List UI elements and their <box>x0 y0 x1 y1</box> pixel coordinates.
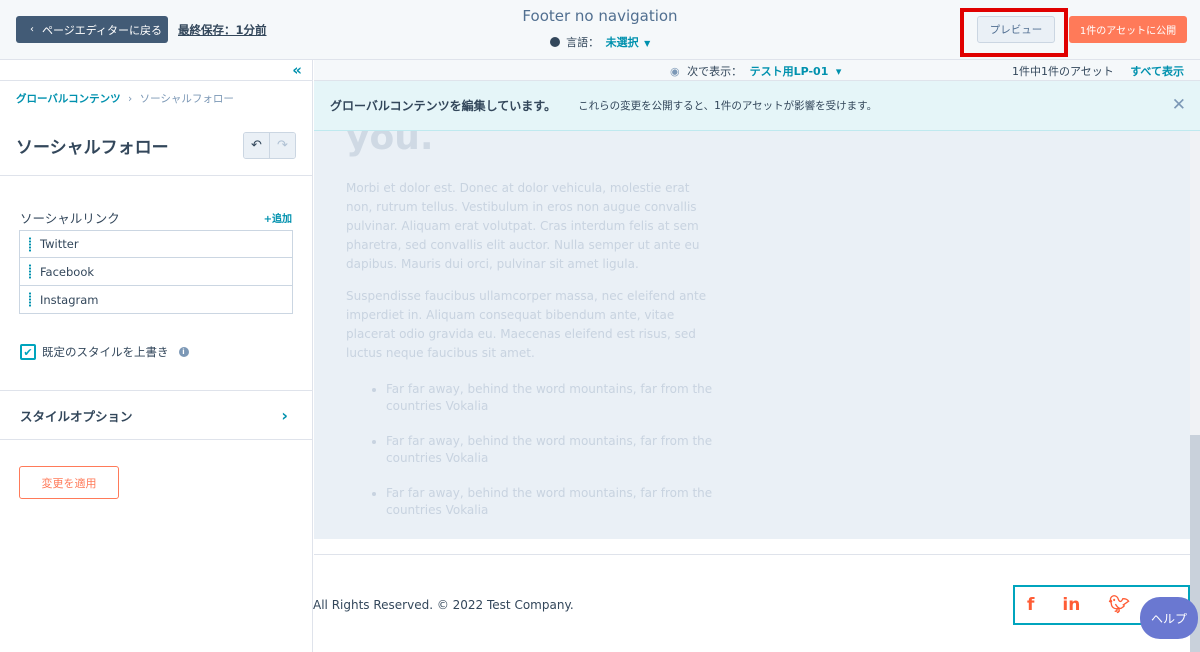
eye-icon: ◉ <box>670 65 680 78</box>
social-link-list: Twitter Facebook Instagram <box>19 230 293 314</box>
back-to-page-editor-button[interactable]: ‹ ページエディターに戻る <box>16 16 168 43</box>
breadcrumb-separator: › <box>128 93 133 105</box>
globe-icon <box>549 37 560 47</box>
editor-canvas: ◉ 次で表示： テスト用LP-01 ▾ 1件中1件のアセット すべて表示 グロー… <box>313 60 1200 652</box>
redo-button[interactable]: ↷ <box>270 133 295 158</box>
language-selector[interactable]: 言語： 未選択 ▼ <box>450 34 750 50</box>
help-button[interactable]: ヘルプ <box>1140 597 1198 639</box>
undo-button[interactable]: ↶ <box>244 133 270 158</box>
module-title: ソーシャルフォロー <box>16 138 169 158</box>
breadcrumb-global-content[interactable]: グローバルコンテンツ <box>16 93 121 105</box>
undo-icon: ↶ <box>251 138 262 153</box>
last-saved-status[interactable]: 最終保存：1分前 <box>178 22 267 38</box>
publish-button[interactable]: 1件のアセットに公開 <box>1069 16 1187 43</box>
undo-redo-group: ↶ ↷ <box>243 132 296 159</box>
info-icon[interactable]: i <box>178 347 189 357</box>
apply-changes-button[interactable]: 変更を適用 <box>19 466 119 499</box>
divider <box>0 175 312 176</box>
add-link-button[interactable]: +追加 <box>264 210 292 225</box>
list-item: Far far away, behind the word mountains,… <box>386 381 716 415</box>
style-options-row[interactable]: スタイルオプション › <box>0 391 312 439</box>
banner-message: これらの変更を公開すると、1件のアセットが影響を受けます。 <box>578 100 878 112</box>
social-link-item-instagram[interactable]: Instagram <box>19 286 293 314</box>
top-toolbar: ‹ ページエディターに戻る 最終保存：1分前 Footer no navigat… <box>0 0 1200 60</box>
social-link-item-twitter[interactable]: Twitter <box>19 230 293 258</box>
social-link-label: Facebook <box>40 264 95 279</box>
list-item: Far far away, behind the word mountains,… <box>386 485 716 519</box>
show-all-link[interactable]: すべて表示 <box>1130 63 1184 79</box>
faded-heading: you. <box>346 131 434 158</box>
language-label: 言語： <box>566 36 600 49</box>
back-button-label: ページエディターに戻る <box>42 23 163 37</box>
social-link-label: Instagram <box>40 292 99 307</box>
faded-paragraph: Morbi et dolor est. Donec at dolor vehic… <box>346 181 700 271</box>
redo-icon: ↷ <box>277 138 288 153</box>
view-in-label: 次で表示： <box>687 65 743 78</box>
banner-title: グローバルコンテンツを編集しています。 <box>330 99 557 113</box>
divider <box>0 439 312 440</box>
chevron-left-icon: ‹ <box>30 24 34 35</box>
faded-paragraph: Suspendisse faucibus ullamcorper massa, … <box>346 289 707 360</box>
canvas-toolbar: ◉ 次で表示： テスト用LP-01 ▾ 1件中1件のアセット すべて表示 <box>314 60 1200 81</box>
close-icon[interactable]: ✕ <box>1172 95 1186 115</box>
chevron-right-icon: › <box>281 405 288 425</box>
global-content-banner: グローバルコンテンツを編集しています。 これらの変更を公開すると、1件のアセット… <box>314 81 1200 131</box>
twitter-icon[interactable]: 🐦︎ <box>1108 595 1130 615</box>
social-link-label: Twitter <box>40 237 79 251</box>
facebook-icon[interactable]: f <box>1027 595 1034 615</box>
footer-divider <box>314 554 1190 555</box>
page-preview: you. Morbi et dolor est. Donec at dolor … <box>314 131 1190 539</box>
view-in-value[interactable]: テスト用LP-01 <box>750 65 829 78</box>
social-link-item-facebook[interactable]: Facebook <box>19 258 293 286</box>
linkedin-icon[interactable]: in <box>1062 595 1080 615</box>
style-options-label: スタイルオプション <box>20 408 133 424</box>
copyright-text: All Rights Reserved. © 2022 Test Company… <box>313 598 574 612</box>
asset-count: 1件中1件のアセット <box>1012 65 1114 78</box>
preview-button[interactable]: プレビュー <box>977 16 1055 43</box>
language-value[interactable]: 未選択 <box>606 36 639 49</box>
faded-list: Far far away, behind the word mountains,… <box>346 381 716 537</box>
page-title: Footer no navigation <box>522 7 678 25</box>
override-style-checkbox[interactable]: ✔ <box>20 344 36 360</box>
list-item: Far far away, behind the word mountains,… <box>386 433 716 467</box>
sidebar-collapse-row: « <box>0 60 312 81</box>
override-style-label: 既定のスタイルを上書き <box>42 345 169 359</box>
breadcrumb-current: ソーシャルフォロー <box>139 93 234 105</box>
drag-handle-icon[interactable] <box>28 237 32 252</box>
override-style-option: ✔ 既定のスタイルを上書き i <box>20 344 189 360</box>
view-in-selector[interactable]: ◉ 次で表示： テスト用LP-01 ▾ <box>670 63 841 79</box>
social-links-label: ソーシャルリンク <box>20 211 120 226</box>
drag-handle-icon[interactable] <box>28 292 32 307</box>
sidebar: « グローバルコンテンツ › ソーシャルフォロー ソーシャルフォロー ↶ ↷ ソ… <box>0 60 313 652</box>
caret-down-icon: ▾ <box>835 65 842 78</box>
drag-handle-icon[interactable] <box>28 264 32 279</box>
collapse-sidebar-icon[interactable]: « <box>292 61 302 79</box>
caret-down-icon: ▼ <box>644 39 651 48</box>
breadcrumb: グローバルコンテンツ › ソーシャルフォロー <box>16 91 234 106</box>
